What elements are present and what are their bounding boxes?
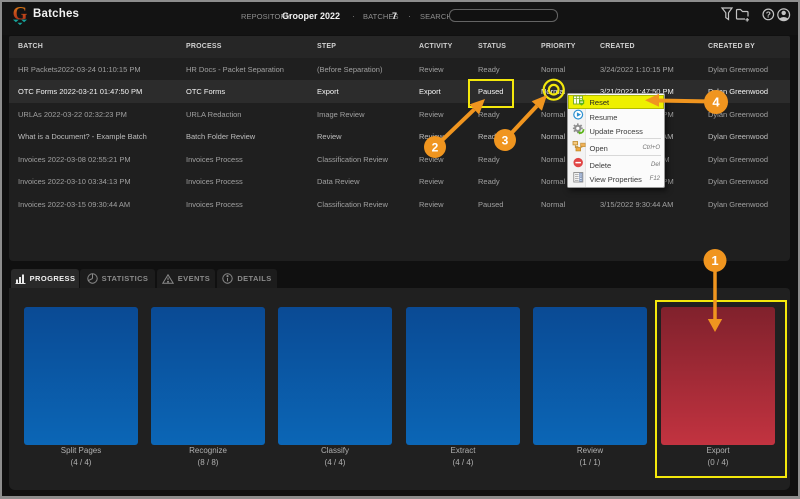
svg-text:4: 4 bbox=[712, 95, 720, 110]
svg-text:3: 3 bbox=[502, 134, 509, 148]
svg-text:2: 2 bbox=[432, 141, 439, 155]
svg-text:1: 1 bbox=[711, 253, 718, 268]
